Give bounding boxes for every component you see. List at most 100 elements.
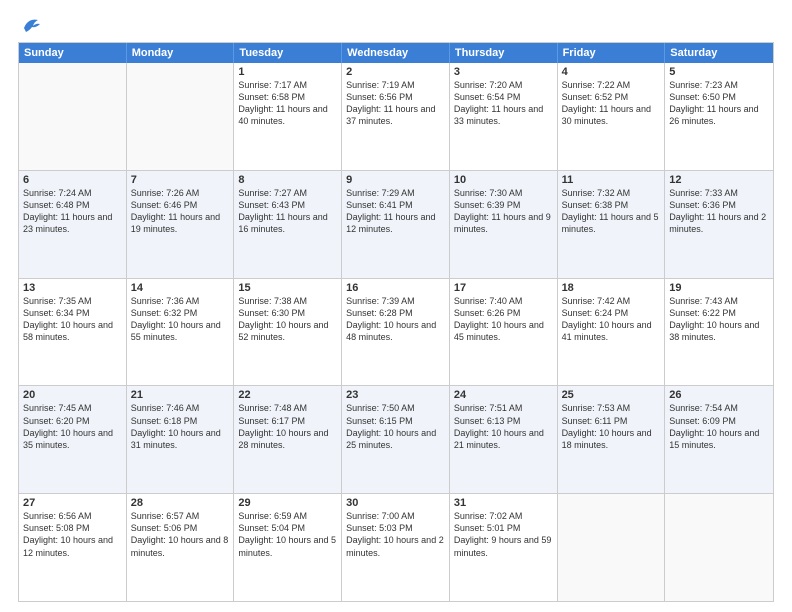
day-cell-12: 12Sunrise: 7:33 AM Sunset: 6:36 PM Dayli… [665, 171, 773, 278]
day-info: Sunrise: 7:33 AM Sunset: 6:36 PM Dayligh… [669, 187, 769, 236]
day-number: 25 [562, 389, 661, 401]
calendar-row-2: 13Sunrise: 7:35 AM Sunset: 6:34 PM Dayli… [19, 278, 773, 386]
day-cell-3: 3Sunrise: 7:20 AM Sunset: 6:54 PM Daylig… [450, 63, 558, 170]
day-info: Sunrise: 7:45 AM Sunset: 6:20 PM Dayligh… [23, 402, 122, 451]
day-info: Sunrise: 7:22 AM Sunset: 6:52 PM Dayligh… [562, 79, 661, 128]
day-number: 24 [454, 389, 553, 401]
day-info: Sunrise: 7:29 AM Sunset: 6:41 PM Dayligh… [346, 187, 445, 236]
day-cell-1: 1Sunrise: 7:17 AM Sunset: 6:58 PM Daylig… [234, 63, 342, 170]
day-number: 15 [238, 282, 337, 294]
weekday-header-saturday: Saturday [665, 43, 773, 63]
logo [18, 18, 42, 32]
day-cell-23: 23Sunrise: 7:50 AM Sunset: 6:15 PM Dayli… [342, 386, 450, 493]
empty-cell-4-6 [665, 494, 773, 601]
day-cell-7: 7Sunrise: 7:26 AM Sunset: 6:46 PM Daylig… [127, 171, 235, 278]
weekday-header-sunday: Sunday [19, 43, 127, 63]
day-info: Sunrise: 7:26 AM Sunset: 6:46 PM Dayligh… [131, 187, 230, 236]
day-info: Sunrise: 7:39 AM Sunset: 6:28 PM Dayligh… [346, 295, 445, 344]
weekday-header-thursday: Thursday [450, 43, 558, 63]
day-number: 9 [346, 174, 445, 186]
day-info: Sunrise: 7:19 AM Sunset: 6:56 PM Dayligh… [346, 79, 445, 128]
day-info: Sunrise: 7:30 AM Sunset: 6:39 PM Dayligh… [454, 187, 553, 236]
day-number: 16 [346, 282, 445, 294]
empty-cell-0-0 [19, 63, 127, 170]
day-number: 6 [23, 174, 122, 186]
day-cell-29: 29Sunrise: 6:59 AM Sunset: 5:04 PM Dayli… [234, 494, 342, 601]
empty-cell-4-5 [558, 494, 666, 601]
day-number: 19 [669, 282, 769, 294]
day-cell-15: 15Sunrise: 7:38 AM Sunset: 6:30 PM Dayli… [234, 279, 342, 386]
page: SundayMondayTuesdayWednesdayThursdayFrid… [0, 0, 792, 612]
calendar-row-3: 20Sunrise: 7:45 AM Sunset: 6:20 PM Dayli… [19, 385, 773, 493]
calendar-row-4: 27Sunrise: 6:56 AM Sunset: 5:08 PM Dayli… [19, 493, 773, 601]
day-number: 31 [454, 497, 553, 509]
weekday-header-wednesday: Wednesday [342, 43, 450, 63]
day-cell-22: 22Sunrise: 7:48 AM Sunset: 6:17 PM Dayli… [234, 386, 342, 493]
day-info: Sunrise: 6:57 AM Sunset: 5:06 PM Dayligh… [131, 510, 230, 559]
day-cell-16: 16Sunrise: 7:39 AM Sunset: 6:28 PM Dayli… [342, 279, 450, 386]
day-number: 14 [131, 282, 230, 294]
day-number: 29 [238, 497, 337, 509]
day-info: Sunrise: 7:54 AM Sunset: 6:09 PM Dayligh… [669, 402, 769, 451]
day-number: 10 [454, 174, 553, 186]
day-cell-31: 31Sunrise: 7:02 AM Sunset: 5:01 PM Dayli… [450, 494, 558, 601]
day-cell-8: 8Sunrise: 7:27 AM Sunset: 6:43 PM Daylig… [234, 171, 342, 278]
day-cell-9: 9Sunrise: 7:29 AM Sunset: 6:41 PM Daylig… [342, 171, 450, 278]
day-info: Sunrise: 7:43 AM Sunset: 6:22 PM Dayligh… [669, 295, 769, 344]
day-number: 30 [346, 497, 445, 509]
logo-bird-icon [20, 14, 42, 36]
day-info: Sunrise: 7:51 AM Sunset: 6:13 PM Dayligh… [454, 402, 553, 451]
day-cell-5: 5Sunrise: 7:23 AM Sunset: 6:50 PM Daylig… [665, 63, 773, 170]
day-cell-19: 19Sunrise: 7:43 AM Sunset: 6:22 PM Dayli… [665, 279, 773, 386]
day-number: 13 [23, 282, 122, 294]
calendar-row-1: 6Sunrise: 7:24 AM Sunset: 6:48 PM Daylig… [19, 170, 773, 278]
day-info: Sunrise: 7:36 AM Sunset: 6:32 PM Dayligh… [131, 295, 230, 344]
calendar-row-0: 1Sunrise: 7:17 AM Sunset: 6:58 PM Daylig… [19, 63, 773, 170]
weekday-header-friday: Friday [558, 43, 666, 63]
day-cell-14: 14Sunrise: 7:36 AM Sunset: 6:32 PM Dayli… [127, 279, 235, 386]
day-number: 1 [238, 66, 337, 78]
empty-cell-0-1 [127, 63, 235, 170]
day-info: Sunrise: 7:46 AM Sunset: 6:18 PM Dayligh… [131, 402, 230, 451]
weekday-header-monday: Monday [127, 43, 235, 63]
day-info: Sunrise: 6:59 AM Sunset: 5:04 PM Dayligh… [238, 510, 337, 559]
day-info: Sunrise: 7:32 AM Sunset: 6:38 PM Dayligh… [562, 187, 661, 236]
calendar-header: SundayMondayTuesdayWednesdayThursdayFrid… [19, 43, 773, 63]
day-cell-28: 28Sunrise: 6:57 AM Sunset: 5:06 PM Dayli… [127, 494, 235, 601]
day-number: 23 [346, 389, 445, 401]
day-number: 18 [562, 282, 661, 294]
day-info: Sunrise: 7:42 AM Sunset: 6:24 PM Dayligh… [562, 295, 661, 344]
calendar: SundayMondayTuesdayWednesdayThursdayFrid… [18, 42, 774, 602]
header [18, 18, 774, 32]
day-cell-21: 21Sunrise: 7:46 AM Sunset: 6:18 PM Dayli… [127, 386, 235, 493]
day-number: 7 [131, 174, 230, 186]
day-cell-30: 30Sunrise: 7:00 AM Sunset: 5:03 PM Dayli… [342, 494, 450, 601]
day-info: Sunrise: 7:35 AM Sunset: 6:34 PM Dayligh… [23, 295, 122, 344]
day-info: Sunrise: 7:20 AM Sunset: 6:54 PM Dayligh… [454, 79, 553, 128]
day-cell-27: 27Sunrise: 6:56 AM Sunset: 5:08 PM Dayli… [19, 494, 127, 601]
day-info: Sunrise: 6:56 AM Sunset: 5:08 PM Dayligh… [23, 510, 122, 559]
day-cell-25: 25Sunrise: 7:53 AM Sunset: 6:11 PM Dayli… [558, 386, 666, 493]
day-info: Sunrise: 7:00 AM Sunset: 5:03 PM Dayligh… [346, 510, 445, 559]
day-cell-26: 26Sunrise: 7:54 AM Sunset: 6:09 PM Dayli… [665, 386, 773, 493]
day-info: Sunrise: 7:02 AM Sunset: 5:01 PM Dayligh… [454, 510, 553, 559]
day-number: 4 [562, 66, 661, 78]
day-info: Sunrise: 7:17 AM Sunset: 6:58 PM Dayligh… [238, 79, 337, 128]
day-cell-2: 2Sunrise: 7:19 AM Sunset: 6:56 PM Daylig… [342, 63, 450, 170]
day-info: Sunrise: 7:27 AM Sunset: 6:43 PM Dayligh… [238, 187, 337, 236]
day-cell-11: 11Sunrise: 7:32 AM Sunset: 6:38 PM Dayli… [558, 171, 666, 278]
calendar-body: 1Sunrise: 7:17 AM Sunset: 6:58 PM Daylig… [19, 63, 773, 601]
day-cell-24: 24Sunrise: 7:51 AM Sunset: 6:13 PM Dayli… [450, 386, 558, 493]
day-number: 22 [238, 389, 337, 401]
day-info: Sunrise: 7:24 AM Sunset: 6:48 PM Dayligh… [23, 187, 122, 236]
day-number: 28 [131, 497, 230, 509]
day-info: Sunrise: 7:48 AM Sunset: 6:17 PM Dayligh… [238, 402, 337, 451]
day-number: 27 [23, 497, 122, 509]
day-info: Sunrise: 7:38 AM Sunset: 6:30 PM Dayligh… [238, 295, 337, 344]
day-number: 8 [238, 174, 337, 186]
day-cell-17: 17Sunrise: 7:40 AM Sunset: 6:26 PM Dayli… [450, 279, 558, 386]
day-number: 21 [131, 389, 230, 401]
day-cell-6: 6Sunrise: 7:24 AM Sunset: 6:48 PM Daylig… [19, 171, 127, 278]
day-cell-10: 10Sunrise: 7:30 AM Sunset: 6:39 PM Dayli… [450, 171, 558, 278]
day-number: 3 [454, 66, 553, 78]
